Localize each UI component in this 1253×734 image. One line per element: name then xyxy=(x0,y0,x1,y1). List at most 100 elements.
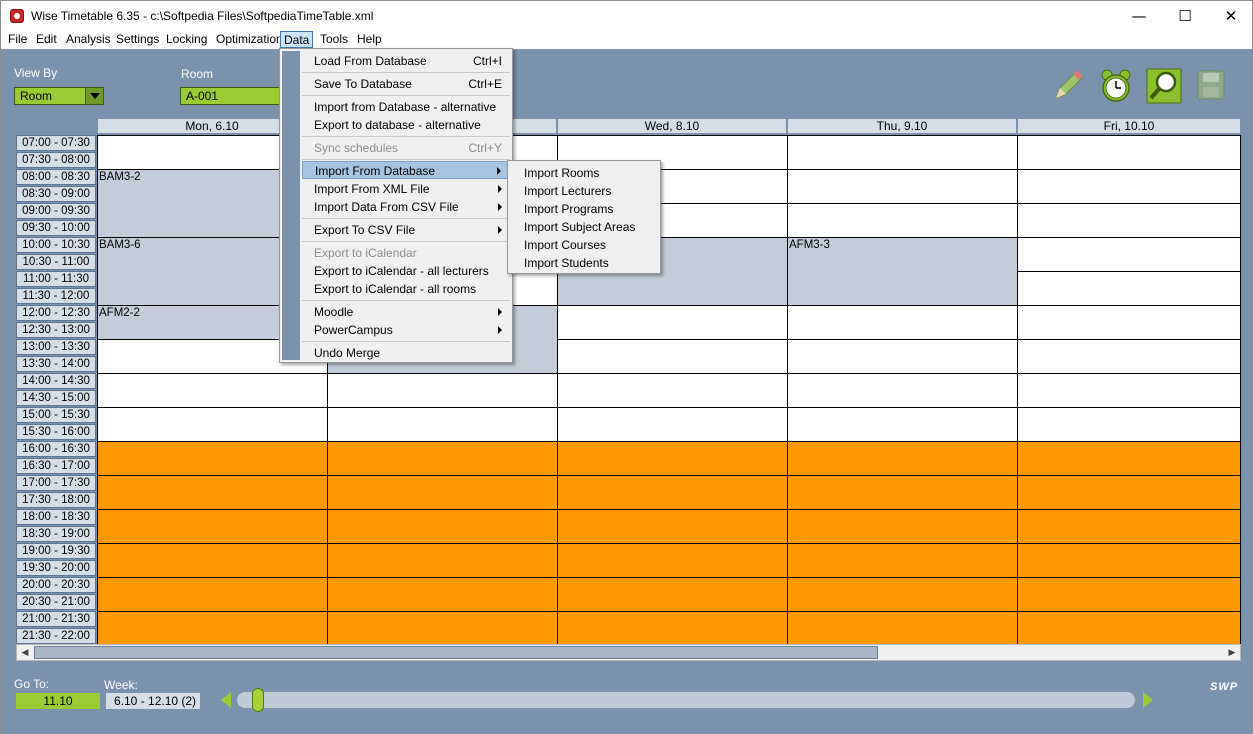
schedule-cell[interactable] xyxy=(1017,577,1241,612)
day-header-wed[interactable]: Wed, 8.10 xyxy=(557,118,787,134)
schedule-cell[interactable] xyxy=(1017,305,1241,340)
menu-save-to-database[interactable]: Save To Database Ctrl+E xyxy=(302,75,510,93)
submenu-import-programs[interactable]: Import Programs xyxy=(510,200,658,218)
schedule-cell[interactable] xyxy=(787,305,1018,340)
goto-date-field[interactable]: 11.10 xyxy=(16,693,100,709)
view-by-select[interactable]: Room xyxy=(14,87,104,105)
schedule-cell[interactable] xyxy=(787,509,1018,544)
minimize-button[interactable]: — xyxy=(1116,1,1162,31)
schedule-cell[interactable] xyxy=(787,135,1018,170)
schedule-cell[interactable] xyxy=(97,577,328,612)
schedule-cell[interactable] xyxy=(1017,373,1241,408)
pencil-icon[interactable] xyxy=(1050,68,1086,104)
menu-tools[interactable]: Tools xyxy=(317,31,351,48)
day-header-fri[interactable]: Fri, 10.10 xyxy=(1017,118,1241,134)
schedule-cell[interactable] xyxy=(97,543,328,578)
menu-import-db-alternative[interactable]: Import from Database - alternative xyxy=(302,98,510,116)
schedule-cell[interactable] xyxy=(557,611,788,645)
schedule-cell[interactable] xyxy=(557,373,788,408)
schedule-cell[interactable] xyxy=(1017,509,1241,544)
schedule-cell[interactable] xyxy=(327,543,558,578)
schedule-cell[interactable] xyxy=(327,475,558,510)
schedule-cell[interactable] xyxy=(557,509,788,544)
schedule-cell[interactable] xyxy=(327,611,558,645)
maximize-button[interactable]: ☐ xyxy=(1162,1,1208,31)
schedule-cell[interactable] xyxy=(327,373,558,408)
submenu-import-courses[interactable]: Import Courses xyxy=(510,236,658,254)
magnifier-icon[interactable] xyxy=(1146,68,1182,104)
schedule-cell[interactable] xyxy=(557,475,788,510)
submenu-import-subject-areas[interactable]: Import Subject Areas xyxy=(510,218,658,236)
schedule-cell[interactable] xyxy=(787,407,1018,442)
schedule-cell[interactable] xyxy=(1017,237,1241,272)
schedule-cell[interactable] xyxy=(1017,203,1241,238)
horizontal-scrollbar[interactable]: ◀ ▶ xyxy=(16,644,1241,661)
schedule-cell[interactable] xyxy=(787,475,1018,510)
menu-undo-merge[interactable]: Undo Merge xyxy=(302,344,510,362)
schedule-cell[interactable] xyxy=(557,305,788,340)
schedule-cell[interactable] xyxy=(557,543,788,578)
week-prev-arrow-icon[interactable] xyxy=(221,692,231,708)
menu-load-from-database[interactable]: Load From Database Ctrl+I xyxy=(302,52,510,70)
schedule-cell[interactable] xyxy=(1017,543,1241,578)
schedule-cell[interactable] xyxy=(557,407,788,442)
schedule-cell[interactable] xyxy=(1017,475,1241,510)
schedule-cell[interactable] xyxy=(97,373,328,408)
schedule-cell[interactable] xyxy=(787,543,1018,578)
menu-moodle[interactable]: Moodle xyxy=(302,303,510,321)
save-icon[interactable] xyxy=(1196,68,1226,102)
schedule-cell[interactable] xyxy=(327,509,558,544)
scrollbar-thumb[interactable] xyxy=(34,646,878,659)
week-next-arrow-icon[interactable] xyxy=(1143,692,1153,708)
menu-locking[interactable]: Locking xyxy=(163,31,210,48)
schedule-cell[interactable] xyxy=(1017,135,1241,170)
menu-export-to-csv[interactable]: Export To CSV File xyxy=(302,221,510,239)
week-slider-track[interactable] xyxy=(237,692,1135,708)
schedule-cell[interactable] xyxy=(97,441,328,476)
schedule-cell[interactable] xyxy=(557,577,788,612)
scroll-right-arrow[interactable]: ▶ xyxy=(1225,646,1239,659)
schedule-cell[interactable] xyxy=(1017,441,1241,476)
menu-export-db-alternative[interactable]: Export to database - alternative xyxy=(302,116,510,134)
schedule-cell[interactable] xyxy=(1017,169,1241,204)
alarm-clock-icon[interactable] xyxy=(1098,68,1134,104)
menu-optimization[interactable]: Optimization xyxy=(213,31,286,48)
schedule-cell[interactable] xyxy=(97,407,328,442)
schedule-cell[interactable] xyxy=(1017,271,1241,306)
schedule-cell[interactable] xyxy=(787,611,1018,645)
menu-import-from-database[interactable]: Import From Database xyxy=(302,161,510,179)
room-select[interactable]: A-001 xyxy=(180,87,280,105)
scroll-left-arrow[interactable]: ◀ xyxy=(18,646,32,659)
menu-export-icalendar-rooms[interactable]: Export to iCalendar - all rooms xyxy=(302,280,510,298)
menu-settings[interactable]: Settings xyxy=(113,31,162,48)
schedule-cell[interactable] xyxy=(327,407,558,442)
schedule-cell[interactable] xyxy=(787,441,1018,476)
schedule-cell[interactable] xyxy=(327,441,558,476)
chevron-down-icon[interactable] xyxy=(85,88,103,104)
schedule-cell[interactable] xyxy=(1017,611,1241,645)
schedule-cell[interactable] xyxy=(557,441,788,476)
day-header-thu[interactable]: Thu, 9.10 xyxy=(787,118,1017,134)
submenu-import-rooms[interactable]: Import Rooms xyxy=(510,164,658,182)
week-slider-thumb[interactable] xyxy=(252,688,264,712)
schedule-cell[interactable] xyxy=(787,577,1018,612)
schedule-cell[interactable] xyxy=(557,339,788,374)
submenu-import-lecturers[interactable]: Import Lecturers xyxy=(510,182,658,200)
menu-analysis[interactable]: Analysis xyxy=(63,31,114,48)
close-button[interactable]: ✕ xyxy=(1208,1,1253,31)
schedule-cell[interactable] xyxy=(97,475,328,510)
schedule-cell[interactable] xyxy=(787,339,1018,374)
menu-export-icalendar-lecturers[interactable]: Export to iCalendar - all lecturers xyxy=(302,262,510,280)
app-icon[interactable] xyxy=(10,9,24,23)
menu-powercampus[interactable]: PowerCampus xyxy=(302,321,510,339)
menu-data[interactable]: Data xyxy=(280,31,314,48)
schedule-cell[interactable] xyxy=(1017,339,1241,374)
schedule-cell[interactable] xyxy=(787,169,1018,204)
lesson-block[interactable]: AFM3-3 xyxy=(787,237,1018,306)
submenu-import-students[interactable]: Import Students xyxy=(510,254,658,272)
schedule-cell[interactable] xyxy=(1017,407,1241,442)
menu-import-from-csv[interactable]: Import Data From CSV File xyxy=(302,198,510,216)
menu-help[interactable]: Help xyxy=(354,31,385,48)
menu-edit[interactable]: Edit xyxy=(33,31,60,48)
schedule-cell[interactable] xyxy=(787,373,1018,408)
